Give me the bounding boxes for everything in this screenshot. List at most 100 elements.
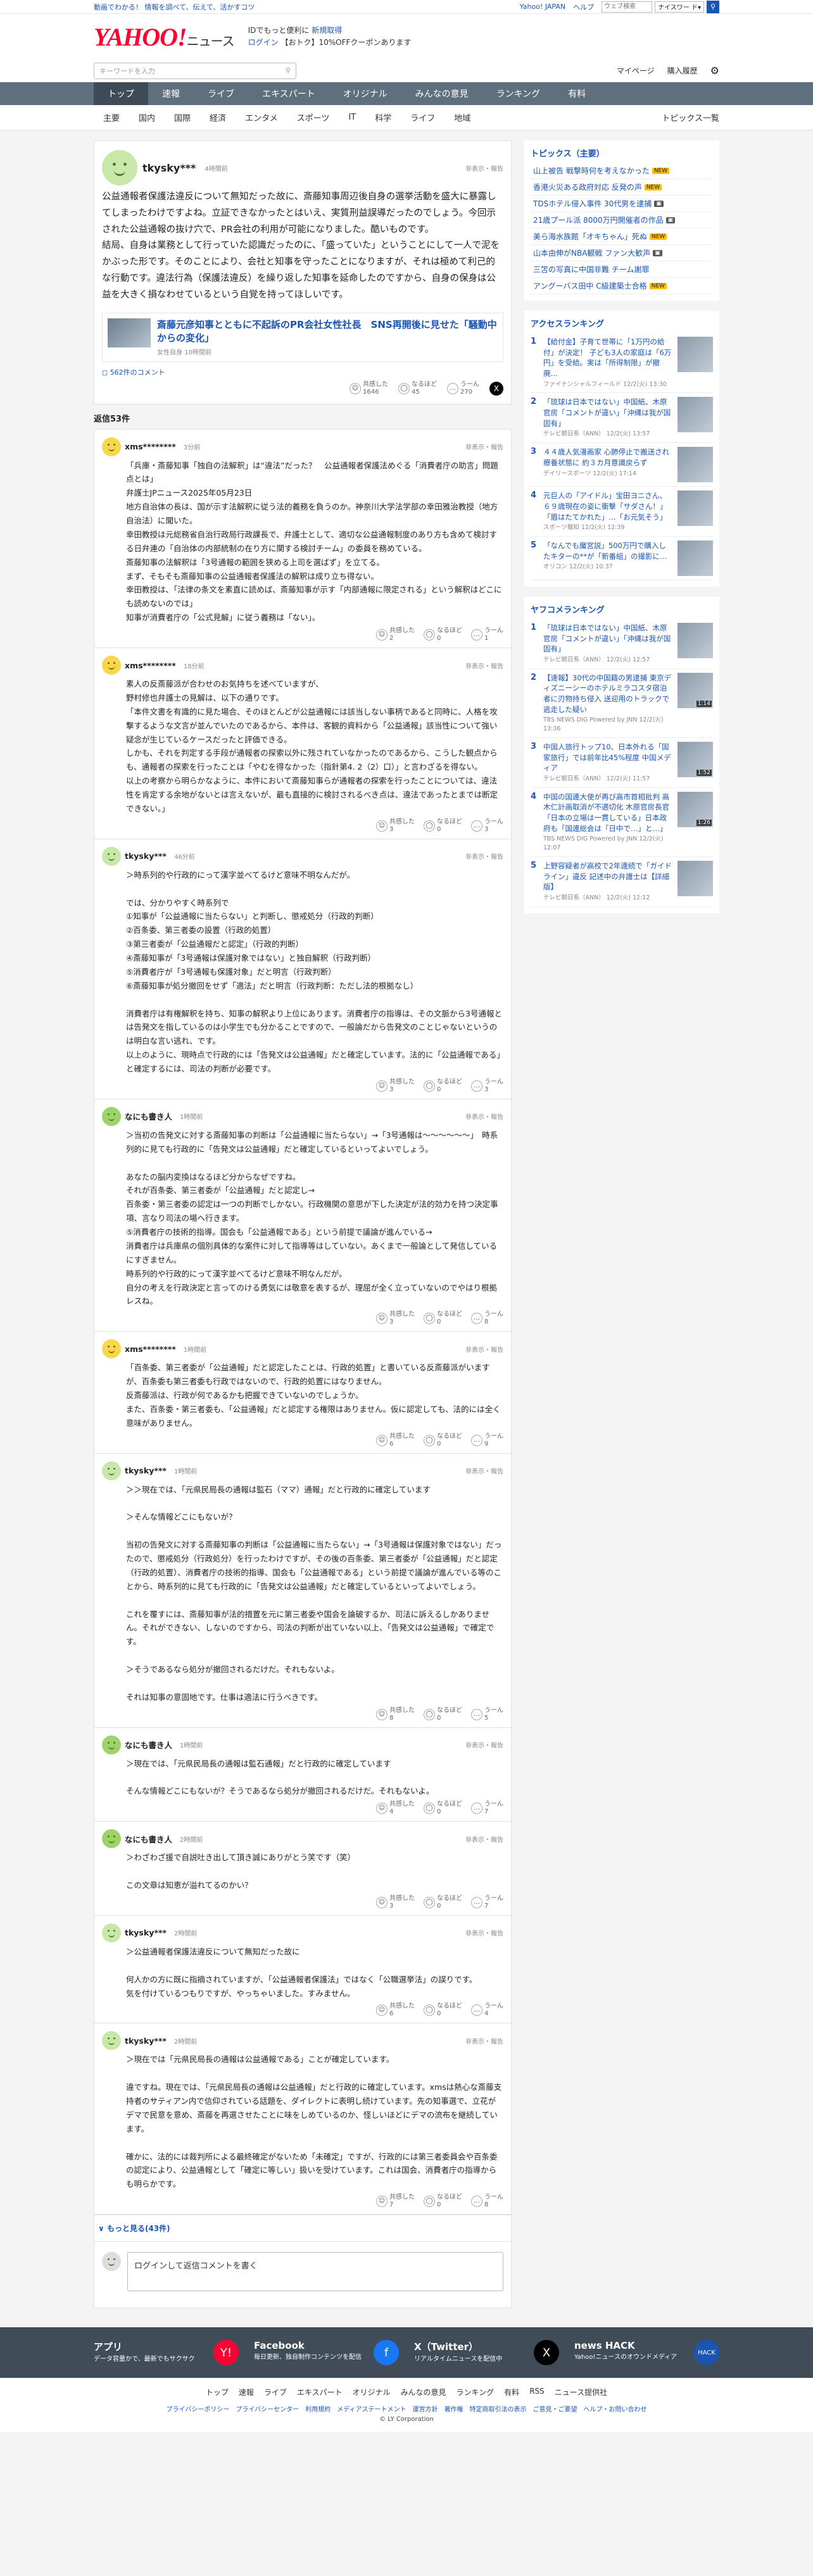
hmm-button[interactable]: … うーん 7 xyxy=(471,1895,503,1910)
hmm-button[interactable]: … うーん 8 xyxy=(471,1311,503,1326)
hmm-button[interactable]: … うーん 8 xyxy=(471,2194,503,2209)
footer-nav-item[interactable]: ライブ xyxy=(264,2387,287,2398)
think-button[interactable]: ◯ なるほど 45 xyxy=(398,381,437,396)
hmm-button[interactable]: … うーん 9 xyxy=(471,1433,503,1448)
reply-user[interactable]: xms******** xyxy=(125,1344,176,1354)
think-button[interactable]: ◯ なるほど 0 xyxy=(424,2003,462,2018)
report-link[interactable]: 非表示・報告 xyxy=(465,661,503,670)
nav-tab-opinion[interactable]: みんなの意見 xyxy=(401,82,482,105)
purchase-history-link[interactable]: 購入履歴 xyxy=(667,65,698,76)
report-link[interactable]: 非表示・報告 xyxy=(465,1466,503,1475)
subnav-item[interactable]: 地域 xyxy=(444,111,480,123)
subnav-item[interactable]: 国際 xyxy=(165,111,200,123)
search-type-select[interactable]: ナイスワー ド▾ xyxy=(655,1,704,13)
footer-app-card[interactable]: Facebook 毎日更新、独自制作コンテンツを配信 f xyxy=(254,2340,399,2366)
footer-nav-item[interactable]: オリジナル xyxy=(353,2387,391,2398)
footer-link[interactable]: 著作権 xyxy=(444,2404,463,2413)
empathize-button[interactable]: ☺ 共感した 4 xyxy=(376,1801,415,1816)
report-link[interactable]: 非表示・報告 xyxy=(465,163,503,173)
ranking-item[interactable]: 4 元巨人の「アイドル」宝田ヨニさん、６９歳現在の姿に衝撃「サダさん！」「眉はた… xyxy=(531,487,713,537)
empathize-button[interactable]: ☺ 共感した 6 xyxy=(376,2003,415,2018)
think-button[interactable]: ◯ なるほど 0 xyxy=(424,1433,462,1448)
ranking-item[interactable]: 3 ４４歳人気漫画家 心肺停止で搬送され療養状態に 約３カ月意識戻らず デイリース… xyxy=(531,443,713,487)
footer-app-card[interactable]: アプリ データ容量かで、最新でもサクサク Y! xyxy=(94,2340,239,2366)
footer-nav-item[interactable]: 有料 xyxy=(504,2387,519,2398)
hmm-button[interactable]: … うーん 270 xyxy=(447,381,479,396)
topics-list-link[interactable]: トピックス一覧 xyxy=(662,111,719,123)
footer-link[interactable]: プライバシーセンター xyxy=(236,2404,299,2413)
nav-tab-live[interactable]: ライブ xyxy=(194,82,248,105)
footer-nav-item[interactable]: ランキング xyxy=(457,2387,495,2398)
hmm-button[interactable]: … うーん 5 xyxy=(471,1707,503,1722)
login-link[interactable]: ログイン xyxy=(248,38,279,47)
hmm-button[interactable]: … うーん 3 xyxy=(471,818,503,834)
reply-user[interactable]: xms******** xyxy=(125,442,176,451)
think-button[interactable]: ◯ なるほど 0 xyxy=(424,1311,462,1326)
empathize-button[interactable]: ☺ 共感した 6 xyxy=(376,1433,415,1448)
nav-tab-flash[interactable]: 速報 xyxy=(148,82,194,105)
footer-link[interactable]: 特定商取引法の表示 xyxy=(469,2404,526,2413)
reply-user[interactable]: なにも書き人 xyxy=(125,1833,172,1845)
footer-nav-item[interactable]: 速報 xyxy=(239,2387,254,2398)
think-button[interactable]: ◯ なるほど 0 xyxy=(424,1707,462,1722)
reply-input[interactable]: ログインして返信コメントを書く xyxy=(127,2252,503,2292)
empathize-button[interactable]: ☺ 共感した 2 xyxy=(376,627,415,642)
footer-link[interactable]: ご意見・ご要望 xyxy=(533,2404,577,2413)
reply-user[interactable]: xms******** xyxy=(125,661,176,670)
reply-user[interactable]: tkysky*** xyxy=(125,851,167,861)
topic-item[interactable]: 山本由伸がNBA観戦 ファン大歓声 ▣ xyxy=(531,245,713,261)
keyword-search-box[interactable]: キーワードを入力 ⚲ xyxy=(94,62,296,79)
site-logo[interactable]: YAHOO!ニュース xyxy=(94,22,235,52)
ranking-item[interactable]: 3 中国人旅行トップ10、日本外れる「国家旅行」では前年比45%程度 中国メディ… xyxy=(531,738,713,788)
think-button[interactable]: ◯ なるほど 0 xyxy=(424,627,462,642)
report-link[interactable]: 非表示・報告 xyxy=(465,442,503,451)
related-article[interactable]: 斎藤元彦知事とともに不起訴のPR会社女性社長 SNS再開後に見せた「騒動中からの… xyxy=(102,312,503,362)
top-promo-link[interactable]: 動画でわかる！ 情報を調べて、伝えて、活かすコツ xyxy=(94,2,255,12)
help-link[interactable]: ヘルプ xyxy=(573,2,594,12)
report-link[interactable]: 非表示・報告 xyxy=(465,2036,503,2046)
gear-icon[interactable]: ⚙ xyxy=(710,65,719,77)
comment-count-link[interactable]: ◻ 562件のコメント xyxy=(102,367,503,377)
subnav-item[interactable]: エンタメ xyxy=(236,111,287,123)
yahoo-japan-link[interactable]: Yahoo! JAPAN xyxy=(520,3,566,11)
footer-nav-item[interactable]: エキスパート xyxy=(297,2387,343,2398)
footer-link[interactable]: 利用規約 xyxy=(305,2404,331,2413)
report-link[interactable]: 非表示・報告 xyxy=(465,851,503,861)
footer-nav-item[interactable]: ニュース提供社 xyxy=(555,2387,607,2398)
empathize-button[interactable]: ☺ 共感した 3 xyxy=(376,1895,415,1910)
topic-item[interactable]: 山上被告 戦撃時何を考えなかった NEW xyxy=(531,163,713,179)
footer-nav-item[interactable]: みんなの意見 xyxy=(401,2387,446,2398)
think-button[interactable]: ◯ なるほど 0 xyxy=(424,1079,462,1094)
topic-item[interactable]: 三笘の写真に中国非難 チーム謝罪 xyxy=(531,261,713,278)
nav-tab-ranking[interactable]: ランキング xyxy=(482,82,555,105)
subnav-item[interactable]: 国内 xyxy=(129,111,165,123)
x-share-icon[interactable]: X xyxy=(489,381,503,396)
topic-item[interactable]: 21歳プール派 8000万円開催者の作品 ▣ xyxy=(531,212,713,228)
web-search-input[interactable] xyxy=(602,1,653,13)
footer-link[interactable]: ヘルプ・お問い合わせ xyxy=(583,2404,646,2413)
report-link[interactable]: 非表示・報告 xyxy=(465,1834,503,1844)
web-search-button[interactable]: ⚲ xyxy=(707,0,719,13)
report-link[interactable]: 非表示・報告 xyxy=(465,1111,503,1121)
empathize-button[interactable]: ☺ 共感した 1646 xyxy=(350,381,388,396)
comment-user[interactable]: tkysky*** xyxy=(142,162,196,174)
empathize-button[interactable]: ☺ 共感した 3 xyxy=(376,818,415,834)
report-link[interactable]: 非表示・報告 xyxy=(465,1928,503,1937)
ranking-item[interactable]: 4 中国の国連大使が再び高市首相批判 高木仁計画取消が不適切化 木原官房長官「日… xyxy=(531,788,713,858)
think-button[interactable]: ◯ なるほど 0 xyxy=(424,2194,462,2209)
ranking-item[interactable]: 5 上野容疑者が高校で2年連続で「ガイドライン」違反 記述中の弁護士は【詳細版】… xyxy=(531,857,713,907)
subnav-item[interactable]: スポーツ xyxy=(287,111,339,123)
footer-app-card[interactable]: news HACK Yahoo!ニュースのオウンドメディア HACK xyxy=(574,2340,719,2366)
subnav-item[interactable]: 経済 xyxy=(200,111,236,123)
subnav-item[interactable]: ライフ xyxy=(401,111,444,123)
reply-user[interactable]: tkysky*** xyxy=(125,1928,167,1937)
footer-link[interactable]: メディアステートメント xyxy=(337,2404,406,2413)
empathize-button[interactable]: ☺ 共感した 7 xyxy=(376,2194,415,2209)
footer-nav-item[interactable]: RSS xyxy=(529,2387,545,2398)
reply-user[interactable]: tkysky*** xyxy=(125,2036,167,2046)
topic-item[interactable]: 美ら海水族館「オキちゃん」死ぬ NEW xyxy=(531,228,713,245)
ranking-item[interactable]: 5 「なんでも魔宮説」500万円で購入したキターの**が「新番組」の撮影に...… xyxy=(531,537,713,581)
topic-item[interactable]: アングーバス田中 C級建築士合格 NEW xyxy=(531,278,713,294)
empathize-button[interactable]: ☺ 共感した 8 xyxy=(376,1707,415,1722)
topic-item[interactable]: 香港火災ある政府対応 反発の声 NEW xyxy=(531,179,713,196)
